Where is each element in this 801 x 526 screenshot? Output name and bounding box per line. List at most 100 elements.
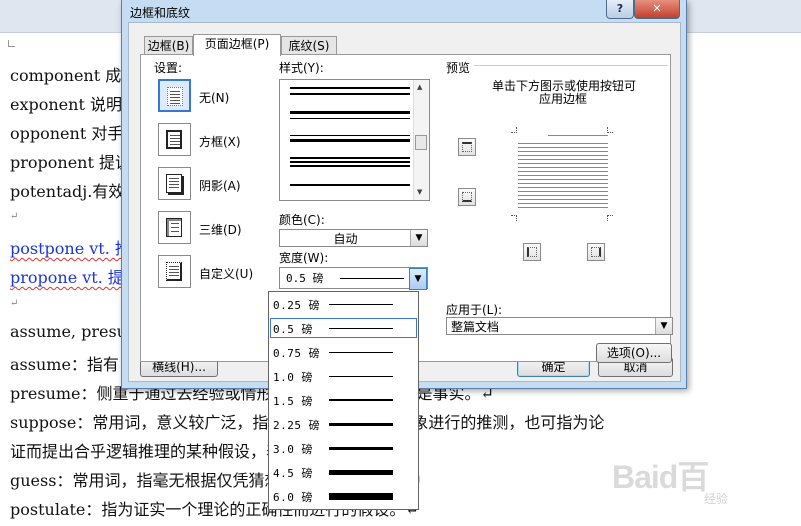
width-option[interactable]: 3.0 磅 [269, 437, 418, 459]
width-dropdown-list[interactable]: 0.25 磅 0.5 磅 0.75 磅 1.0 磅 1.5 磅 2.25 磅 3.0 磅 4.… [268, 291, 419, 510]
help-button[interactable]: ? [606, 0, 634, 19]
color-select[interactable]: 自动 ▼ [279, 229, 428, 247]
chevron-down-icon[interactable]: ▼ [655, 318, 672, 334]
preview-corner-mark [511, 215, 517, 221]
right-border-button[interactable] [587, 243, 605, 261]
setting-none-button[interactable] [158, 79, 191, 112]
paragraph-mark: ↵ [10, 298, 19, 309]
color-label: 颜色(C): [279, 213, 325, 227]
chevron-down-icon[interactable]: ▼ [409, 268, 427, 290]
width-option-label: 3.0 磅 [273, 443, 313, 456]
width-option-label: 6.0 磅 [273, 491, 313, 504]
watermark-sub: 经验 [704, 492, 729, 506]
preview-separator [474, 65, 668, 66]
width-option-label: 1.0 磅 [273, 371, 313, 384]
setting-none-icon [167, 87, 183, 106]
width-sample-line [340, 278, 404, 279]
bottom-border-button[interactable] [458, 188, 476, 206]
doc-line: opponent 对手 [10, 124, 124, 143]
apply-to-value: 整篇文档 [451, 320, 500, 334]
style-option[interactable] [290, 161, 410, 163]
width-option-label: 0.25 磅 [273, 299, 321, 312]
color-value: 自动 [333, 232, 358, 246]
scroll-down-icon[interactable]: ▼ [417, 188, 422, 196]
width-option-label: 0.75 磅 [273, 347, 321, 360]
style-option[interactable] [290, 93, 410, 95]
preview-corner-mark [607, 127, 613, 133]
tab-page-border[interactable]: 页面边框(P) [193, 34, 281, 56]
width-option[interactable]: 1.5 磅 [269, 389, 418, 411]
setting-none-label[interactable]: 无(N) [199, 89, 229, 106]
style-option[interactable] [290, 111, 410, 114]
style-scrollbar[interactable]: ▲ ▼ [413, 80, 429, 200]
width-option-label: 2.25 磅 [273, 419, 321, 432]
preview-corner-mark [607, 215, 613, 221]
doc-line: assume, presu [10, 322, 127, 341]
chevron-down-icon[interactable]: ▼ [410, 230, 427, 246]
setting-shadow-button[interactable] [158, 167, 191, 200]
style-label: 样式(Y): [279, 61, 324, 75]
style-list[interactable]: ▲ ▼ [279, 79, 430, 201]
width-sample-line [329, 328, 393, 329]
margin-corner-mark [8, 40, 15, 47]
doc-line-link: propone vt. 提 [10, 268, 124, 287]
width-option[interactable]: 1.0 磅 [269, 365, 418, 387]
setting-custom-icon [166, 262, 182, 281]
width-option-label: 0.5 磅 [273, 323, 313, 336]
width-select[interactable]: 0.5 磅 ▼ [279, 267, 428, 290]
setting-box-button[interactable] [158, 123, 191, 156]
setting-custom-button[interactable] [158, 255, 191, 288]
width-option[interactable]: 0.75 磅 [269, 341, 418, 363]
style-option[interactable] [290, 184, 410, 186]
width-option[interactable]: 2.25 磅 [269, 413, 418, 435]
setting-custom-label[interactable]: 自定义(U) [199, 265, 253, 282]
width-sample-line [329, 399, 393, 401]
tab-borders[interactable]: 边框(B) [144, 36, 193, 55]
width-option[interactable]: 0.5 磅 [269, 317, 418, 339]
left-border-button[interactable] [523, 243, 541, 261]
doc-line: exponent 说明 [10, 95, 122, 114]
preview-hint: 应用边框 [539, 92, 588, 106]
width-option-label: 1.5 磅 [273, 395, 313, 408]
options-button[interactable]: 选项(O)... [596, 343, 672, 363]
width-sample-line [329, 376, 393, 377]
close-button[interactable]: ✕ [634, 0, 680, 19]
style-option[interactable] [290, 165, 410, 167]
setting-3d-button[interactable] [158, 211, 191, 244]
width-option[interactable]: 6.0 磅 [269, 485, 418, 507]
style-option[interactable] [290, 118, 410, 119]
dialog-title: 边框和底纹 [130, 6, 191, 20]
width-sample-line [329, 447, 393, 450]
bottom-border-icon [462, 192, 472, 202]
setting-shadow-label[interactable]: 阴影(A) [199, 177, 241, 194]
watermark-logo: Baid百 [612, 459, 709, 495]
width-sample-line [329, 423, 393, 426]
width-label: 宽度(W): [279, 251, 329, 265]
tab-shading[interactable]: 底纹(S) [281, 36, 337, 55]
setting-box-icon [166, 130, 182, 149]
style-option[interactable] [290, 87, 410, 89]
preview-page[interactable] [518, 135, 608, 215]
style-option[interactable] [290, 139, 410, 142]
scroll-thumb[interactable] [415, 135, 427, 150]
doc-line: proponent 提议 [10, 153, 131, 172]
width-sample-line [329, 304, 393, 305]
width-option[interactable]: 4.5 磅 [269, 461, 418, 483]
width-sample-line [329, 352, 393, 353]
style-option[interactable] [290, 135, 410, 136]
width-option[interactable]: 0.25 磅 [269, 293, 418, 315]
setting-shadow-icon [166, 174, 182, 193]
apply-to-select[interactable]: 整篇文档 ▼ [446, 317, 673, 335]
top-border-icon [462, 142, 472, 152]
style-option[interactable] [290, 157, 410, 159]
setting-3d-label[interactable]: 三维(D) [199, 221, 242, 238]
width-sample-line [329, 470, 393, 475]
left-border-icon [527, 247, 537, 257]
paragraph-mark: ↵ [10, 211, 19, 222]
scroll-up-icon[interactable]: ▲ [417, 83, 422, 91]
doc-line-link: postpone vt. 推 [10, 239, 131, 258]
top-border-button[interactable] [458, 138, 476, 156]
settings-label: 设置: [154, 61, 183, 75]
setting-box-label[interactable]: 方框(X) [199, 133, 241, 150]
preview-corner-mark [511, 127, 517, 133]
